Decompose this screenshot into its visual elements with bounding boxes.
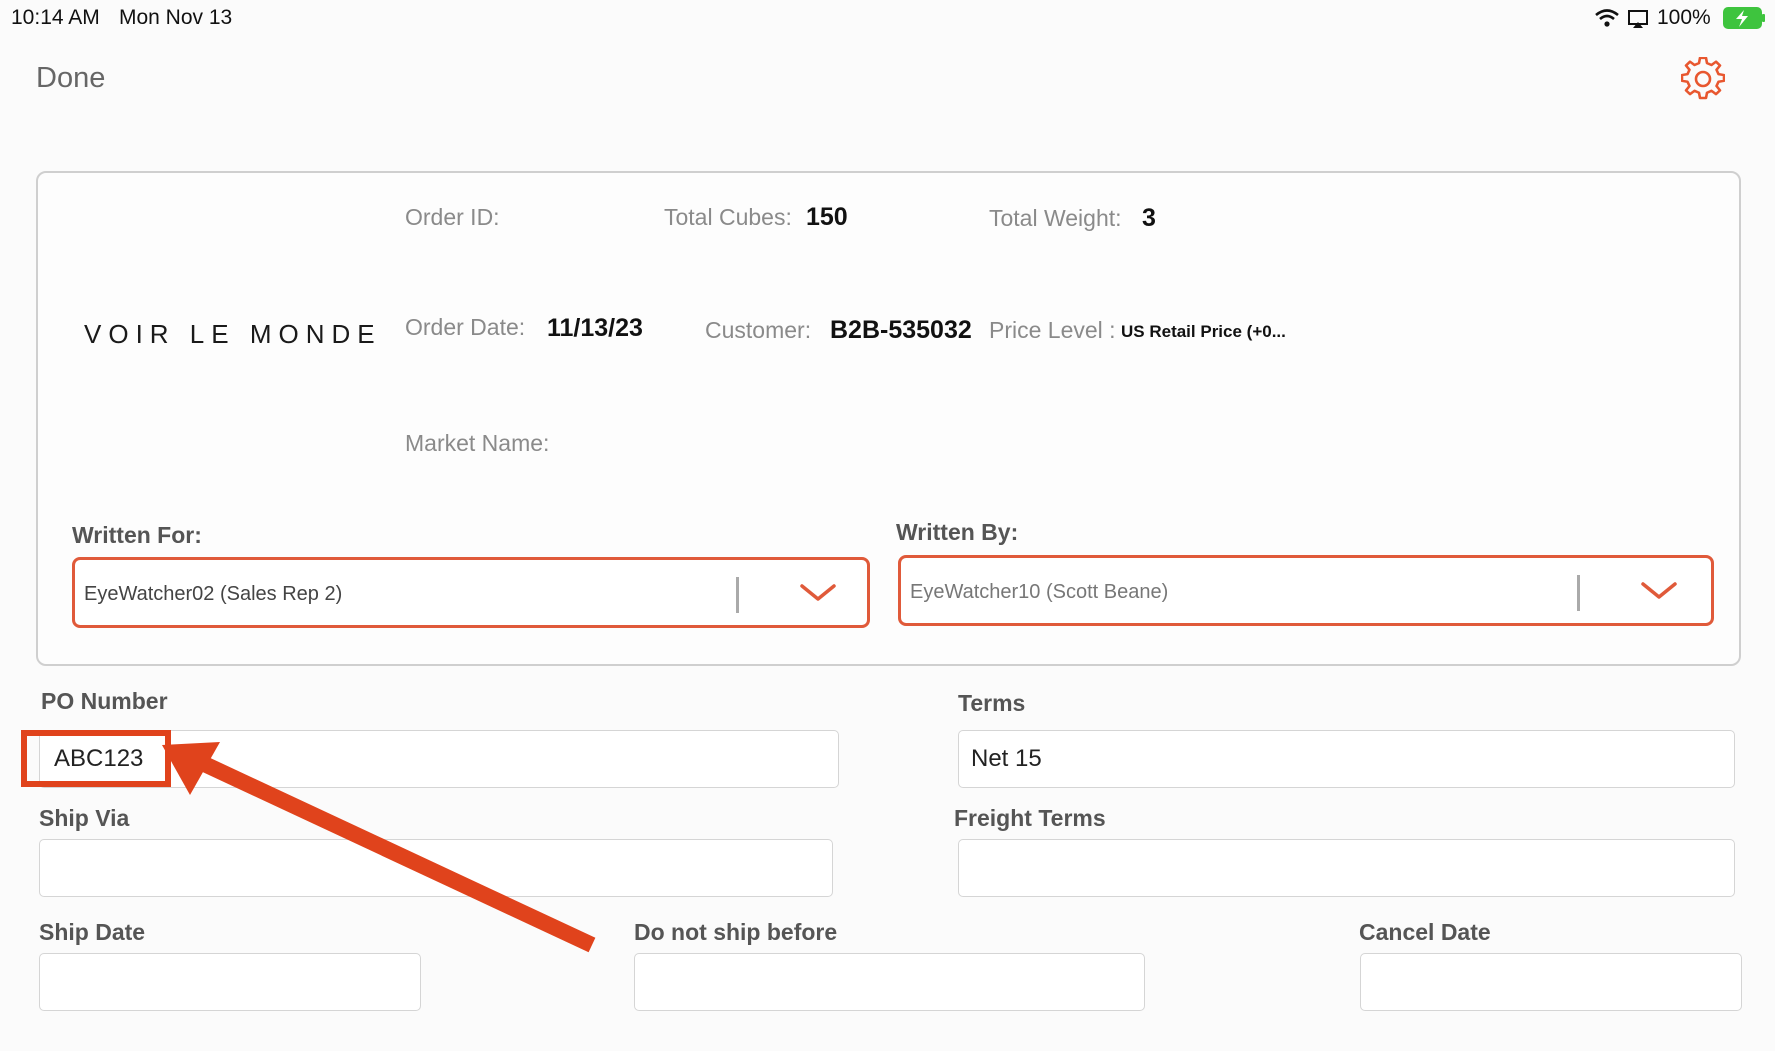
status-time: 10:14 AM [11,6,100,29]
total-cubes-value: 150 [806,203,848,231]
order-date-value: 11/13/23 [547,314,643,342]
written-by-value: EyeWatcher10 (Scott Beane) [910,581,1169,603]
chevron-down-icon[interactable] [1640,580,1678,602]
market-name-label: Market Name: [405,430,550,456]
do-not-ship-before-input[interactable] [634,953,1145,1011]
chevron-down-icon[interactable] [799,582,837,604]
po-number-input[interactable] [39,730,839,788]
written-by-label: Written By: [896,519,1019,545]
ship-date-input[interactable] [39,953,421,1011]
cancel-date-label: Cancel Date [1359,919,1491,945]
select-separator [1577,575,1580,611]
price-level-value: US Retail Price (+0... [1121,322,1286,341]
brand-logo: VOIR LE MONDE [84,319,382,349]
cancel-date-input[interactable] [1360,953,1742,1011]
written-by-select[interactable]: EyeWatcher10 (Scott Beane) [898,555,1714,626]
do-not-ship-before-label: Do not ship before [634,919,838,945]
customer-value: B2B-535032 [830,316,972,344]
po-number-label: PO Number [41,688,168,714]
ship-date-label: Ship Date [39,919,146,945]
freight-terms-label: Freight Terms [954,805,1106,831]
battery-percentage: 100% [1657,6,1711,29]
terms-label: Terms [958,690,1026,716]
ship-via-label: Ship Via [39,805,130,831]
select-separator [736,577,739,613]
total-weight-value: 3 [1142,204,1156,232]
terms-input[interactable] [958,730,1735,788]
total-cubes-label: Total Cubes: [664,204,792,230]
written-for-select[interactable]: EyeWatcher02 (Sales Rep 2) [72,557,870,628]
customer-label: Customer: [705,317,812,343]
ship-via-input[interactable] [39,839,833,897]
total-weight-label: Total Weight: [989,205,1122,231]
status-date: Mon Nov 13 [119,6,233,29]
order-date-label: Order Date: [405,314,526,340]
wifi-icon [1595,9,1619,27]
freight-terms-input[interactable] [958,839,1735,897]
done-button[interactable]: Done [36,62,105,95]
order-id-label: Order ID: [405,204,500,230]
price-level-label: Price Level : [989,317,1116,343]
gear-icon[interactable] [1681,57,1725,101]
written-for-label: Written For: [72,522,202,548]
screen-mirror-icon [1628,10,1648,28]
battery-charging-icon [1723,7,1765,29]
written-for-value: EyeWatcher02 (Sales Rep 2) [84,583,343,605]
status-icons [1595,9,1648,28]
